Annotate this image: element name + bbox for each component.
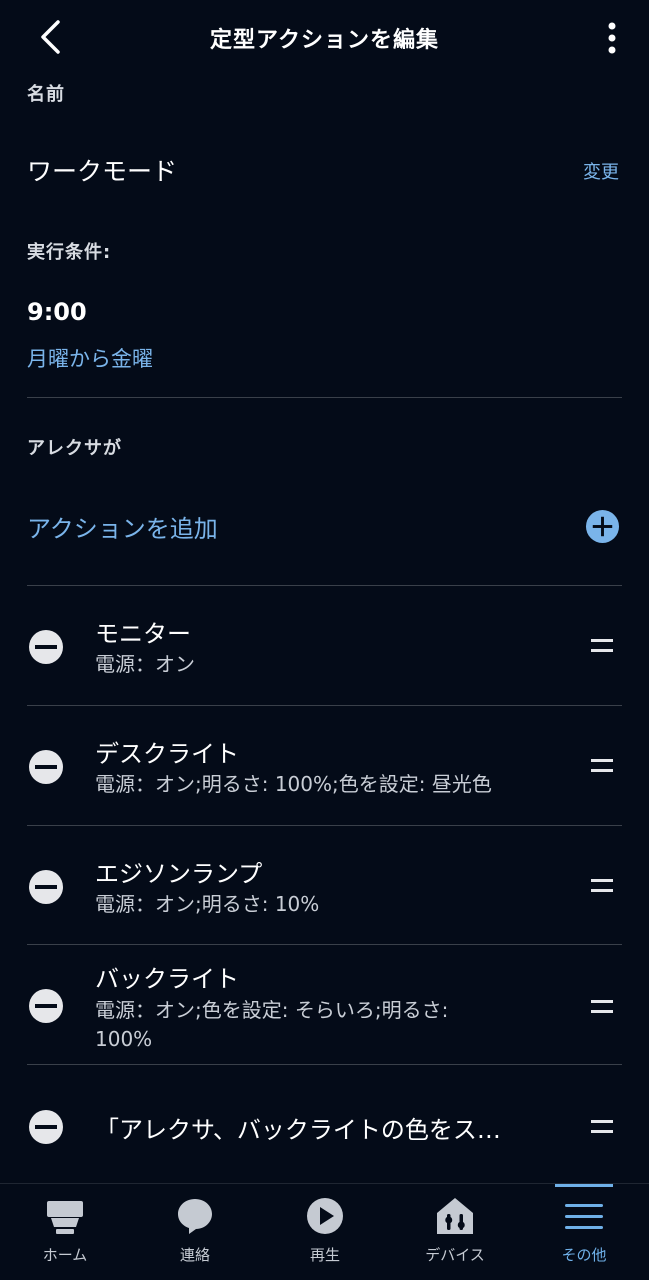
drag-handle-icon[interactable] <box>591 879 613 893</box>
minus-circle-icon[interactable] <box>28 629 64 665</box>
action-title: バックライト <box>95 965 239 993</box>
more-vertical-icon <box>608 22 616 54</box>
action-title: エジソンランプ <box>95 860 263 888</box>
action-row[interactable]: バックライト 電源：オン;色を設定: そらいろ;明るさ: 100% <box>0 945 649 1064</box>
nav-play[interactable]: 再生 <box>260 1184 390 1280</box>
minus-circle-icon[interactable] <box>28 869 64 905</box>
alexa-label: アレクサが <box>27 438 122 459</box>
name-label: 名前 <box>27 84 65 105</box>
action-detail: 電源：オン;色を設定: そらいろ;明るさ: 100% <box>95 998 449 1051</box>
change-name-button[interactable]: 変更 <box>583 158 619 184</box>
nav-devices[interactable]: デバイス <box>390 1184 520 1280</box>
nav-more[interactable]: その他 <box>519 1184 649 1280</box>
play-icon <box>307 1198 343 1234</box>
trigger-label: 実行条件: <box>27 242 112 263</box>
chat-bubble-icon <box>178 1199 212 1234</box>
trigger-time[interactable]: 9:00 <box>27 298 87 326</box>
action-row[interactable]: デスクライト 電源：オン;明るさ: 100%;色を設定: 昼光色 <box>0 706 649 825</box>
devices-house-icon <box>437 1198 473 1234</box>
nav-communicate[interactable]: 連絡 <box>130 1184 260 1280</box>
nav-home[interactable]: ホーム <box>0 1184 130 1280</box>
add-action-button[interactable]: アクションを追加 <box>27 509 218 544</box>
nav-label: 連絡 <box>179 1246 210 1264</box>
action-row[interactable]: 「アレクサ、バックライトの色をス… <box>0 1065 649 1183</box>
minus-circle-icon[interactable] <box>28 749 64 785</box>
minus-circle-icon[interactable] <box>28 988 64 1024</box>
nav-label: 再生 <box>309 1246 340 1264</box>
action-detail: 電源：オン;明るさ: 100%;色を設定: 昼光色 <box>95 772 492 796</box>
action-detail: 電源：オン;明るさ: 10% <box>95 892 320 916</box>
action-title: モニター <box>95 620 191 648</box>
trigger-days[interactable]: 月曜から金曜 <box>27 343 153 373</box>
home-icon <box>47 1201 83 1234</box>
routine-name: ワークモード <box>27 157 178 186</box>
drag-handle-icon[interactable] <box>591 639 613 653</box>
plus-circle-icon[interactable] <box>585 509 620 544</box>
drag-handle-icon[interactable] <box>591 1000 613 1014</box>
header: 定型アクションを編集 <box>0 0 649 76</box>
action-title: 「アレクサ、バックライトの色をス… <box>95 1116 501 1144</box>
nav-label: デバイス <box>425 1246 485 1264</box>
nav-label: その他 <box>561 1246 607 1264</box>
action-detail: 電源：オン <box>95 652 195 676</box>
action-title: デスクライト <box>95 740 239 768</box>
minus-circle-icon[interactable] <box>28 1109 64 1145</box>
more-options-button[interactable] <box>596 18 628 58</box>
bottom-nav: ホーム 連絡 再生 デバイス その他 <box>0 1183 649 1280</box>
nav-label: ホーム <box>42 1246 88 1264</box>
action-row[interactable]: エジソンランプ 電源：オン;明るさ: 10% <box>0 826 649 944</box>
page-title: 定型アクションを編集 <box>210 28 439 53</box>
drag-handle-icon[interactable] <box>591 759 613 773</box>
drag-handle-icon[interactable] <box>591 1120 613 1134</box>
menu-icon <box>565 1204 603 1229</box>
action-row[interactable]: モニター 電源：オン <box>0 586 649 705</box>
divider <box>27 397 622 398</box>
